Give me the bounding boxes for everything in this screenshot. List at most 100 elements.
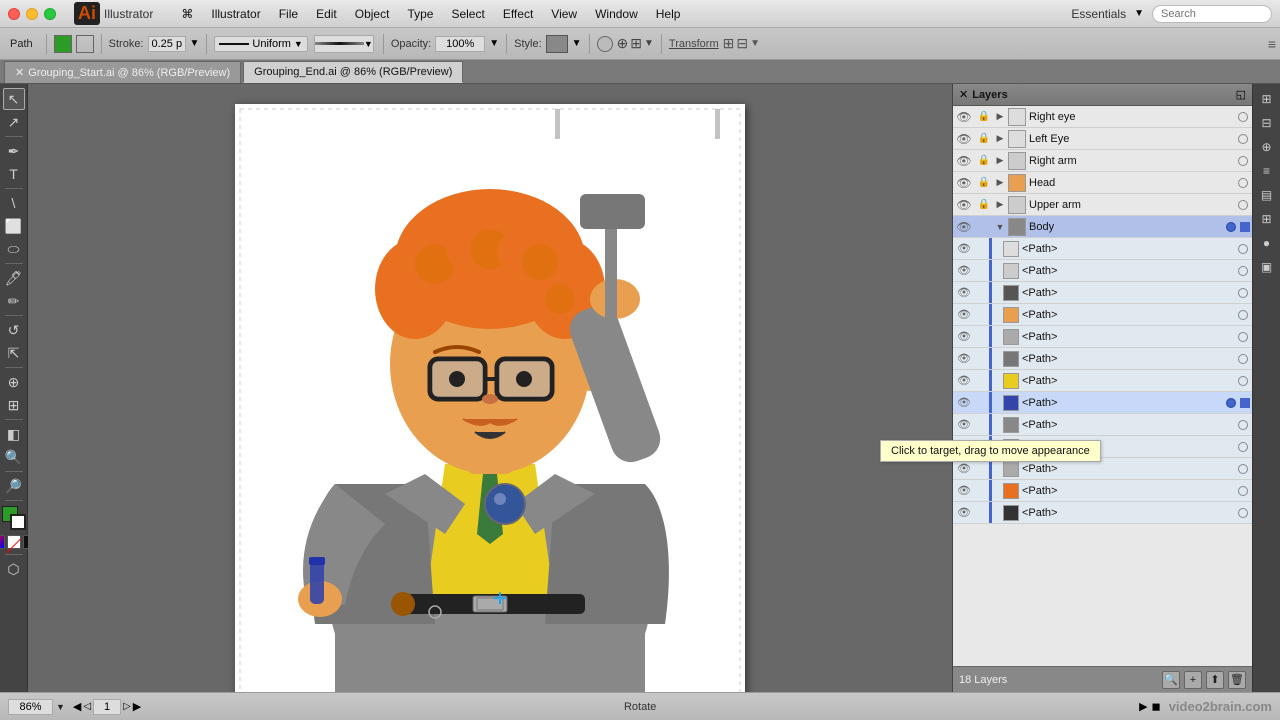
right-icon-4[interactable]: ≡ [1256, 160, 1278, 182]
next-page-btn[interactable]: ▶ [133, 700, 141, 713]
layer-row-path-7[interactable]: 👁 <Path> [953, 370, 1252, 392]
layer-target[interactable] [1234, 106, 1252, 128]
opacity-dropdown-icon[interactable]: ▼ [489, 38, 499, 49]
essentials-label[interactable]: Essentials [1071, 7, 1126, 21]
layer-target[interactable] [1234, 326, 1252, 348]
paintbrush-tool[interactable]: 🖊 [3, 267, 25, 289]
lock-icon[interactable]: 🔒 [975, 128, 993, 150]
layer-target[interactable] [1234, 414, 1252, 436]
layer-target[interactable] [1234, 238, 1252, 260]
layer-row-path-13[interactable]: 👁 <Path> [953, 502, 1252, 524]
style-dropdown-icon[interactable]: ▼ [572, 38, 582, 49]
rect-tool[interactable]: ⬜ [3, 215, 25, 237]
mesh-tool[interactable]: ⊞ [3, 394, 25, 416]
right-icon-7[interactable]: ● [1256, 232, 1278, 254]
visibility-icon[interactable]: 👁 [953, 282, 975, 304]
minimize-button[interactable] [26, 8, 38, 20]
layer-row-path-8-active[interactable]: 👁 <Path> [953, 392, 1252, 414]
visibility-icon[interactable]: 👁 [953, 502, 975, 524]
close-button[interactable] [8, 8, 20, 20]
next-page-btn2[interactable]: ▷ [123, 701, 131, 712]
layer-target[interactable] [1234, 172, 1252, 194]
layer-row-path-4[interactable]: 👁 <Path> [953, 304, 1252, 326]
visibility-icon[interactable]: 👁 [953, 414, 975, 436]
brush-preview[interactable]: ▼ [314, 35, 374, 53]
right-icon-5[interactable]: ▤ [1256, 184, 1278, 206]
search-input[interactable] [1152, 5, 1272, 23]
menu-illustrator[interactable]: Illustrator [203, 5, 268, 23]
visibility-icon[interactable]: 👁 [953, 480, 975, 502]
page-input[interactable] [93, 699, 121, 715]
layer-target[interactable] [1234, 194, 1252, 216]
prev-page-btn2[interactable]: ◁ [83, 701, 91, 712]
visibility-icon[interactable]: 👁 [953, 172, 975, 194]
transform-controls[interactable]: ⊕ ⊞ ▼ [617, 35, 654, 52]
tab-grouping-end[interactable]: Grouping_End.ai @ 86% (RGB/Preview) [243, 61, 463, 83]
layer-row-path-5[interactable]: 👁 <Path> [953, 326, 1252, 348]
menu-view[interactable]: View [543, 5, 585, 23]
prev-page-btn[interactable]: ◀ [73, 700, 81, 713]
visibility-icon[interactable]: 👁 [953, 260, 975, 282]
menu-select[interactable]: Select [443, 5, 492, 23]
layer-target[interactable] [1234, 282, 1252, 304]
color-btn[interactable] [0, 535, 5, 549]
tab-grouping-start[interactable]: ✕ Grouping_Start.ai @ 86% (RGB/Preview) [4, 61, 241, 83]
layer-target[interactable] [1234, 480, 1252, 502]
maximize-button[interactable] [44, 8, 56, 20]
visibility-icon[interactable]: 👁 [953, 326, 975, 348]
expand-icon[interactable]: ▶ [993, 172, 1007, 194]
blend-tool[interactable]: ⊕ [3, 371, 25, 393]
visibility-icon[interactable]: 👁 [953, 370, 975, 392]
play-btn[interactable]: ▶ [1139, 700, 1147, 713]
stop-btn[interactable]: ◼ [1152, 700, 1161, 713]
artboard-tool[interactable]: ⬡ [3, 558, 25, 580]
visibility-icon[interactable]: 👁 [953, 106, 975, 128]
visibility-icon[interactable]: 👁 [953, 150, 975, 172]
opacity-input[interactable] [435, 36, 485, 52]
layer-target[interactable] [1234, 260, 1252, 282]
menu-file[interactable]: File [271, 5, 306, 23]
type-tool[interactable]: T [3, 163, 25, 185]
canvas-area[interactable]: ✛ [28, 84, 952, 692]
visibility-icon[interactable]: 👁 [953, 216, 975, 238]
layer-target[interactable] [1222, 216, 1240, 238]
menu-object[interactable]: Object [347, 5, 398, 23]
menu-effect[interactable]: Effect [495, 5, 541, 23]
expand-icon[interactable]: ▶ [993, 194, 1007, 216]
stroke-dropdown-icon[interactable]: ▼ [190, 38, 200, 49]
style-swatch[interactable] [546, 35, 568, 53]
panel-options[interactable]: ≡ [1268, 36, 1276, 52]
new-layer-btn[interactable]: + [1184, 671, 1202, 689]
lock-icon[interactable]: 🔒 [975, 106, 993, 128]
eyedropper-tool[interactable]: 🔍 [3, 446, 25, 468]
right-icon-1[interactable]: ⊞ [1256, 88, 1278, 110]
visibility-icon[interactable]: 👁 [953, 194, 975, 216]
line-tool[interactable]: \ [3, 192, 25, 214]
direct-selection-tool[interactable]: ↗ [3, 111, 25, 133]
layers-list[interactable]: 👁 🔒 ▶ Right eye 👁 🔒 ▶ Left Eye [953, 106, 1252, 666]
brush-dropdown-icon[interactable]: ▼ [294, 39, 303, 49]
layer-row-path-12[interactable]: 👁 <Path> [953, 480, 1252, 502]
delete-layer-btn[interactable]: 🗑 [1228, 671, 1246, 689]
page-nav[interactable]: ◀ ◁ ▷ ▶ [73, 699, 141, 715]
layer-row-right-eye[interactable]: 👁 🔒 ▶ Right eye [953, 106, 1252, 128]
layer-target[interactable] [1234, 150, 1252, 172]
visibility-icon[interactable]: 👁 [953, 128, 975, 150]
menu-window[interactable]: Window [587, 5, 646, 23]
visibility-icon[interactable]: 👁 [953, 392, 975, 414]
zoom-dropdown-icon[interactable]: ▼ [56, 702, 65, 712]
right-icon-3[interactable]: ⊕ [1256, 136, 1278, 158]
layer-target[interactable] [1234, 348, 1252, 370]
panel-close-btn[interactable]: ✕ [959, 88, 968, 101]
search-layers-btn[interactable]: 🔍 [1162, 671, 1180, 689]
panel-expand-btn[interactable]: ◱ [1236, 88, 1246, 101]
circle-btn[interactable] [597, 36, 613, 52]
none-btn[interactable] [7, 535, 21, 549]
move-to-new-layer-btn[interactable]: ⬆ [1206, 671, 1224, 689]
lock-icon[interactable]: 🔒 [975, 150, 993, 172]
layer-target[interactable] [1234, 458, 1252, 480]
essentials-dropdown-icon[interactable]: ▼ [1134, 8, 1144, 19]
menu-help[interactable]: Help [648, 5, 689, 23]
layer-row-upper-arm[interactable]: 👁 🔒 ▶ Upper arm [953, 194, 1252, 216]
fill-stroke-swatches[interactable] [2, 506, 26, 530]
